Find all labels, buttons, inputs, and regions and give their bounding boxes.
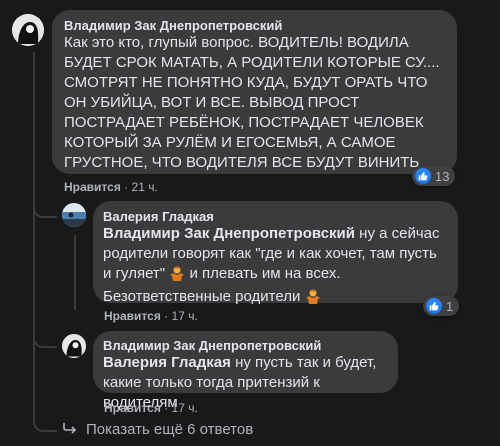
avatar[interactable] bbox=[62, 203, 86, 227]
meta-separator: · bbox=[164, 309, 169, 323]
like-button[interactable]: Нравится bbox=[104, 401, 161, 415]
meta-separator: · bbox=[164, 401, 169, 415]
comment-meta: Нравится · 17 ч. bbox=[104, 401, 198, 415]
show-more-label: Показать ещё 6 ответов bbox=[86, 421, 254, 438]
thread-line bbox=[33, 52, 35, 412]
comment-text: Владимир Зак Днепропетровский ну а сейча… bbox=[103, 224, 448, 310]
reaction-count: 13 bbox=[435, 168, 450, 184]
like-icon bbox=[415, 168, 431, 184]
comment-time[interactable]: 21 ч. bbox=[132, 180, 158, 194]
comment-bubble: Валерия Гладкая Владимир Зак Днепропетро… bbox=[93, 201, 458, 305]
person-shrugging-emoji bbox=[169, 265, 185, 287]
comment-bubble: Владимир Зак Днепропетровский Как это кт… bbox=[52, 10, 457, 174]
avatar[interactable] bbox=[12, 14, 44, 46]
thread-branch bbox=[33, 320, 57, 348]
comment-mention[interactable]: Владимир Зак Днепропетровский bbox=[103, 225, 355, 242]
meta-separator: · bbox=[124, 180, 129, 194]
reaction-count: 1 bbox=[446, 298, 454, 314]
thread-branch bbox=[33, 404, 57, 432]
person-shrugging-emoji bbox=[305, 288, 321, 310]
comment-time[interactable]: 17 ч. bbox=[172, 401, 198, 415]
comment-author[interactable]: Владимир Зак Днепропетровский bbox=[64, 18, 445, 33]
comment-author[interactable]: Валерия Гладкая bbox=[103, 209, 448, 224]
comment-time[interactable]: 17 ч. bbox=[172, 309, 198, 323]
avatar[interactable] bbox=[62, 334, 86, 358]
reply-thread-line bbox=[74, 235, 76, 310]
reaction-summary[interactable]: 13 bbox=[412, 166, 456, 186]
reply-arrow-icon bbox=[62, 421, 78, 438]
comment-mention[interactable]: Валерия Гладкая bbox=[103, 354, 231, 371]
like-button[interactable]: Нравится bbox=[104, 309, 161, 323]
comment-author[interactable]: Владимир Зак Днепропетровский bbox=[103, 338, 388, 353]
comment-meta: Нравится · 17 ч. bbox=[104, 309, 198, 323]
like-icon bbox=[426, 298, 442, 314]
comment-text: Как это кто, глупый вопрос. ВОДИТЕЛЬ! ВО… bbox=[64, 34, 440, 171]
comment-meta: Нравится · 21 ч. bbox=[64, 180, 158, 194]
like-button[interactable]: Нравится bbox=[64, 180, 121, 194]
reaction-summary[interactable]: 1 bbox=[423, 296, 460, 316]
thread-branch bbox=[33, 190, 57, 218]
comment-bubble: Владимир Зак Днепропетровский Валерия Гл… bbox=[93, 331, 398, 411]
show-more-replies[interactable]: Показать ещё 6 ответов bbox=[62, 421, 253, 438]
